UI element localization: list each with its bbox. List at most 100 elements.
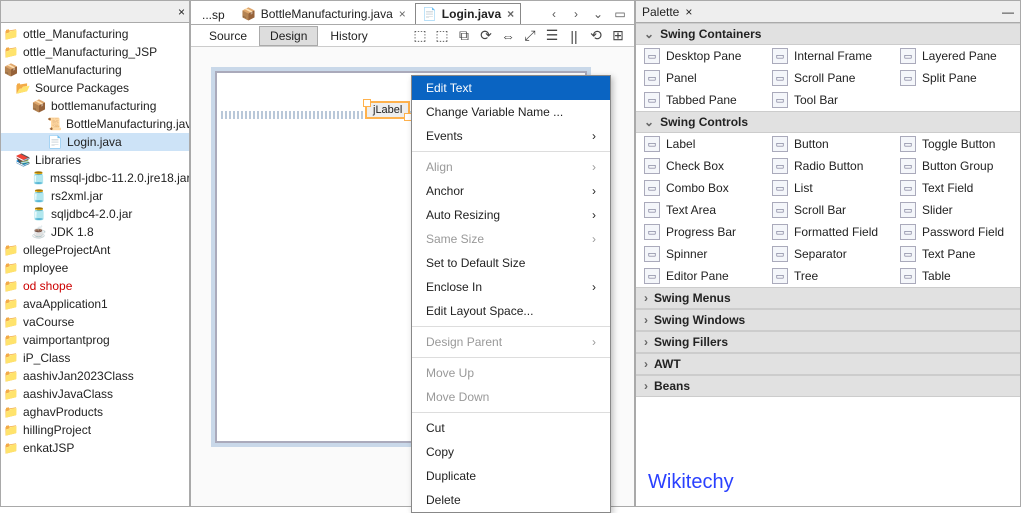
tree-row[interactable]: ☕JDK 1.8: [1, 223, 189, 241]
editor-tab[interactable]: 📦BottleManufacturing.java×: [234, 3, 413, 24]
toolbar-icon[interactable]: ⟲: [588, 28, 604, 44]
palette-item[interactable]: ▭Formatted Field: [764, 221, 892, 243]
palette-item[interactable]: ▭Label: [636, 133, 764, 155]
menu-item[interactable]: Change Variable Name ...: [412, 100, 610, 124]
palette-item[interactable]: ▭Combo Box: [636, 177, 764, 199]
tree-row[interactable]: 📁mployee: [1, 259, 189, 277]
palette-item[interactable]: ▭Tool Bar: [764, 89, 892, 111]
close-icon[interactable]: ×: [507, 7, 514, 21]
palette-item[interactable]: ▭Toggle Button: [892, 133, 1020, 155]
palette-item[interactable]: ▭List: [764, 177, 892, 199]
menu-item[interactable]: Delete: [412, 488, 610, 512]
tree-row[interactable]: 📁ottle_Manufacturing_JSP: [1, 43, 189, 61]
nav-icon[interactable]: ‹: [546, 6, 562, 22]
project-tree[interactable]: 📁ottle_Manufacturing📁ottle_Manufacturing…: [1, 23, 189, 506]
palette-item[interactable]: ▭Panel: [636, 67, 764, 89]
palette-item[interactable]: ▭Scroll Bar: [764, 199, 892, 221]
tree-row[interactable]: 📁aghavProducts: [1, 403, 189, 421]
menu-item[interactable]: Auto Resizing›: [412, 203, 610, 227]
toolbar-icon[interactable]: ||: [566, 28, 582, 44]
close-icon[interactable]: ×: [399, 7, 406, 21]
toolbar-icon[interactable]: ⟳: [478, 28, 494, 44]
toolbar-icon[interactable]: ⊞: [610, 28, 626, 44]
close-icon[interactable]: ×: [178, 5, 185, 19]
palette-item[interactable]: ▭Tree: [764, 265, 892, 287]
tree-row[interactable]: 📚Libraries: [1, 151, 189, 169]
palette-item[interactable]: ▭Button: [764, 133, 892, 155]
tree-row[interactable]: 🫙rs2xml.jar: [1, 187, 189, 205]
palette-item[interactable]: ▭Spinner: [636, 243, 764, 265]
palette-category-header[interactable]: ›Swing Windows: [636, 309, 1020, 331]
palette-category-header[interactable]: ⌄Swing Containers: [636, 23, 1020, 45]
palette-item[interactable]: ▭Split Pane: [892, 67, 1020, 89]
menu-item[interactable]: Enclose In›: [412, 275, 610, 299]
jlabel-component[interactable]: jLabel: [365, 101, 410, 119]
palette-item[interactable]: ▭Separator: [764, 243, 892, 265]
tree-row[interactable]: 📁enkatJSP: [1, 439, 189, 457]
tree-row[interactable]: 📁ottle_Manufacturing: [1, 25, 189, 43]
editor-tab[interactable]: ...sp: [195, 5, 232, 24]
menu-item[interactable]: Duplicate: [412, 464, 610, 488]
palette-item[interactable]: ▭Scroll Pane: [764, 67, 892, 89]
toolbar-icon[interactable]: ⇔: [500, 28, 516, 44]
palette-item[interactable]: ▭Tabbed Pane: [636, 89, 764, 111]
tree-row[interactable]: 📂Source Packages: [1, 79, 189, 97]
nav-icon[interactable]: ▭: [612, 6, 628, 22]
menu-item[interactable]: Events›: [412, 124, 610, 148]
menu-item[interactable]: Copy: [412, 440, 610, 464]
menu-item[interactable]: Edit Layout Space...: [412, 299, 610, 323]
menu-item[interactable]: Set to Default Size: [412, 251, 610, 275]
tree-row[interactable]: 📦ottleManufacturing: [1, 61, 189, 79]
tree-row[interactable]: 📁ollegeProjectAnt: [1, 241, 189, 259]
close-icon[interactable]: ×: [685, 5, 692, 19]
nav-icon[interactable]: ⌄: [590, 6, 606, 22]
toolbar-icon[interactable]: ⬚: [412, 28, 428, 44]
tree-row[interactable]: 🫙mssql-jdbc-11.2.0.jre18.jar: [1, 169, 189, 187]
tree-row[interactable]: 📁hillingProject: [1, 421, 189, 439]
menu-item[interactable]: Cut: [412, 416, 610, 440]
palette-item[interactable]: ▭Internal Frame: [764, 45, 892, 67]
palette-category-header[interactable]: ⌄Swing Controls: [636, 111, 1020, 133]
tree-row[interactable]: 📁aashivJan2023Class: [1, 367, 189, 385]
menu-item[interactable]: Edit Text: [412, 76, 610, 100]
palette-item[interactable]: ▭Text Area: [636, 199, 764, 221]
tree-row[interactable]: 📄Login.java: [1, 133, 189, 151]
palette-item[interactable]: ▭Layered Pane: [892, 45, 1020, 67]
tree-row[interactable]: 📜BottleManufacturing.jav: [1, 115, 189, 133]
tree-row[interactable]: 📁vaimportantprog: [1, 331, 189, 349]
tree-row[interactable]: 📁aashivJavaClass: [1, 385, 189, 403]
palette-item[interactable]: ▭Editor Pane: [636, 265, 764, 287]
palette-item[interactable]: ▭Slider: [892, 199, 1020, 221]
palette-item[interactable]: ▭Password Field: [892, 221, 1020, 243]
toolbar-icon[interactable]: ☰: [544, 28, 560, 44]
tree-row[interactable]: 📦bottlemanufacturing: [1, 97, 189, 115]
view-tab[interactable]: Source: [199, 27, 257, 45]
context-menu[interactable]: Edit TextChange Variable Name ...Events›…: [411, 75, 611, 513]
palette-item[interactable]: ▭Desktop Pane: [636, 45, 764, 67]
tree-row[interactable]: 📁avaApplication1: [1, 295, 189, 313]
palette-category-header[interactable]: ›Swing Fillers: [636, 331, 1020, 353]
nav-icon[interactable]: ›: [568, 6, 584, 22]
toolbar-icon[interactable]: ⬚: [434, 28, 450, 44]
palette-category-header[interactable]: ›Beans: [636, 375, 1020, 397]
view-tab[interactable]: History: [320, 27, 377, 45]
minimize-icon[interactable]: —: [1002, 5, 1014, 19]
palette-item[interactable]: ▭Text Field: [892, 177, 1020, 199]
tree-row[interactable]: 📁vaCourse: [1, 313, 189, 331]
palette-item[interactable]: ▭Progress Bar: [636, 221, 764, 243]
palette-category-header[interactable]: ›AWT: [636, 353, 1020, 375]
palette-item[interactable]: ▭Radio Button: [764, 155, 892, 177]
palette-item[interactable]: ▭Text Pane: [892, 243, 1020, 265]
palette-item[interactable]: ▭Button Group: [892, 155, 1020, 177]
toolbar-icon[interactable]: ⤢: [522, 28, 538, 44]
tree-row[interactable]: 📁iP_Class: [1, 349, 189, 367]
design-area[interactable]: jLabel Edit TextChange Variable Name ...…: [191, 47, 634, 506]
view-tab[interactable]: Design: [259, 26, 318, 46]
palette-item[interactable]: ▭Table: [892, 265, 1020, 287]
toolbar-icon[interactable]: ⧉: [456, 28, 472, 44]
palette-category-header[interactable]: ›Swing Menus: [636, 287, 1020, 309]
menu-item[interactable]: Anchor›: [412, 179, 610, 203]
tree-row[interactable]: 📁od shope: [1, 277, 189, 295]
editor-tab[interactable]: 📄Login.java×: [415, 3, 521, 24]
tree-row[interactable]: 🫙sqljdbc4-2.0.jar: [1, 205, 189, 223]
